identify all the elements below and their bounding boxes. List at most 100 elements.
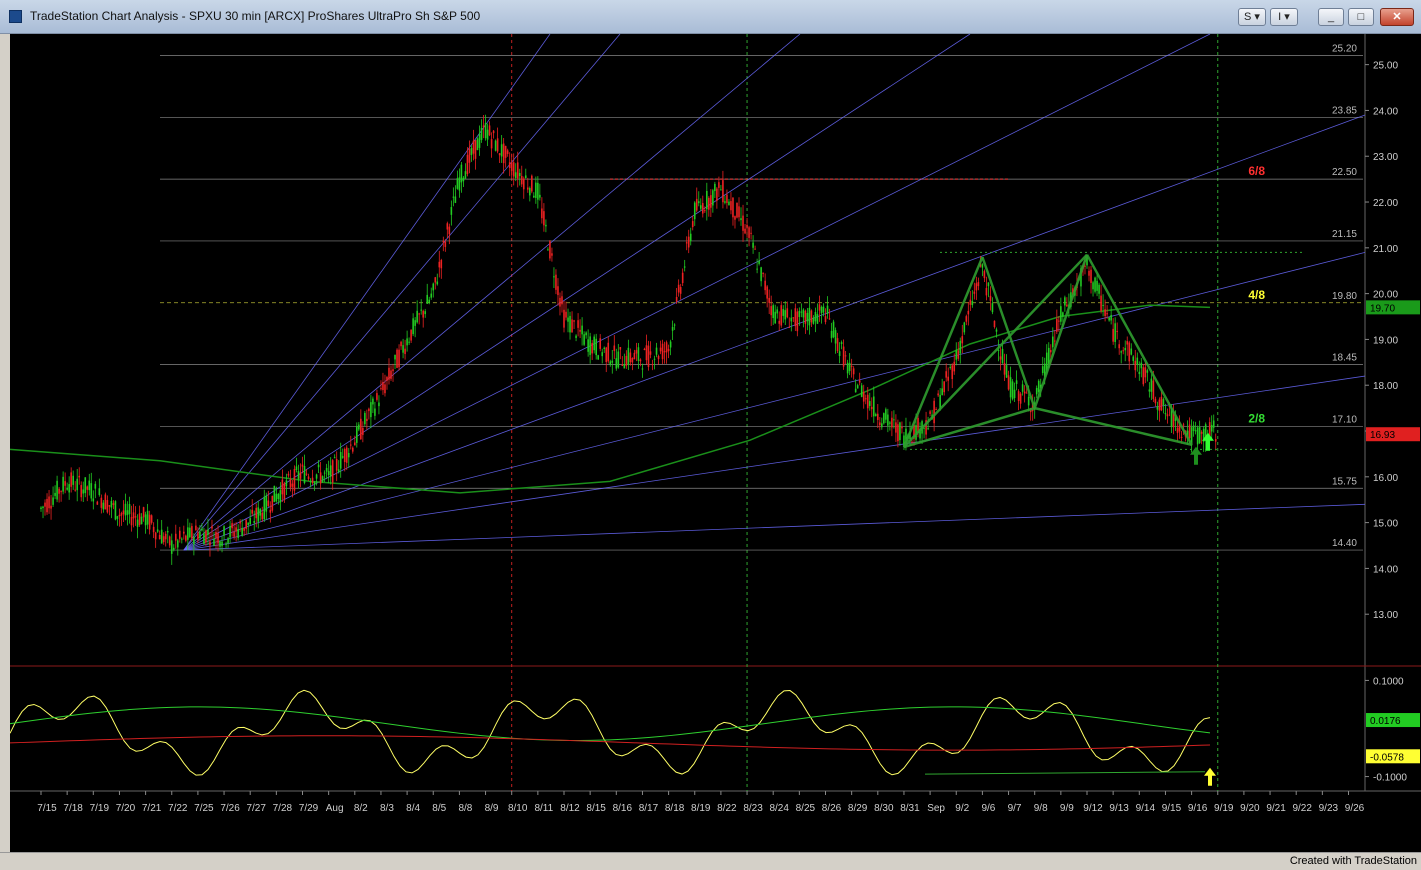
x-tick-label: 7/26 (220, 803, 240, 814)
candle-body (762, 272, 764, 274)
candle-body (716, 188, 718, 201)
candle-body (221, 541, 223, 547)
x-tick-label: 8/29 (848, 803, 868, 814)
candle-body (879, 422, 881, 426)
candle-body (663, 351, 666, 353)
candle-body (1015, 380, 1018, 384)
candle-body (929, 411, 931, 414)
candle-body (891, 417, 893, 428)
candle-body (434, 277, 437, 283)
candle-body (68, 484, 70, 493)
x-tick-label: 8/12 (560, 803, 580, 814)
candle-body (1164, 413, 1167, 415)
candle-body (836, 338, 839, 351)
candle-body (595, 338, 597, 356)
candle-body (96, 501, 99, 505)
murrey-level-label: 14.40 (1332, 538, 1357, 549)
candle-body (1134, 360, 1137, 371)
x-tick-label: 8/15 (586, 803, 606, 814)
candle-body (285, 480, 288, 487)
candle-body (543, 211, 545, 226)
candle-body (52, 497, 54, 505)
candle-body (48, 496, 50, 509)
x-tick-label: 9/20 (1240, 803, 1260, 814)
candle-body (249, 518, 251, 525)
candle-body (675, 296, 678, 302)
candle-body (193, 537, 195, 545)
candle-body (241, 527, 243, 536)
y-tick-label: 13.00 (1373, 610, 1398, 621)
candle-body (490, 139, 493, 149)
i-menu-button[interactable]: I ▾ (1270, 8, 1298, 26)
title-bar: TradeStation Chart Analysis - SPXU 30 mi… (0, 0, 1421, 34)
candle-body (134, 516, 137, 518)
candle-body (446, 223, 449, 230)
candle-body (529, 188, 531, 196)
candle-body (901, 426, 903, 429)
candle-body (897, 424, 899, 442)
chart-area[interactable]: 13.0014.0015.0016.0017.0018.0019.0020.00… (9, 33, 1421, 852)
candle-body (508, 162, 511, 169)
x-tick-label: 8/5 (432, 803, 446, 814)
candle-body (993, 320, 996, 328)
candle-body (102, 502, 105, 510)
candle-body (893, 419, 895, 421)
candle-body (78, 475, 81, 478)
candle-body (569, 315, 571, 333)
candle-body (706, 190, 708, 210)
murrey-fraction-tag: 4/8 (1248, 288, 1265, 302)
candle-body (203, 533, 205, 545)
candle-body (643, 348, 646, 351)
candle-body (187, 527, 189, 540)
candle-body (1138, 371, 1141, 375)
candle-body (273, 485, 276, 502)
candle-body (500, 144, 503, 157)
candle-body (299, 472, 302, 479)
candle-body (275, 493, 278, 502)
candle-body (1062, 312, 1064, 317)
close-button[interactable]: ✕ (1380, 8, 1414, 26)
candle-body (372, 398, 374, 405)
candle-body (1011, 381, 1014, 400)
maximize-button[interactable]: □ (1348, 8, 1374, 26)
candle-body (166, 531, 169, 533)
candle-body (1212, 420, 1215, 428)
candle-body (651, 364, 654, 366)
candle-body (382, 381, 384, 391)
candle-body (237, 529, 239, 538)
candle-body (158, 535, 161, 540)
candle-body (277, 493, 280, 500)
candle-body (168, 536, 171, 546)
candle-body (406, 338, 408, 346)
candle-body (269, 509, 272, 513)
candle-body (470, 148, 473, 156)
candle-body (1092, 282, 1094, 290)
candle-body (927, 428, 929, 430)
candle-body (116, 516, 119, 519)
candle-body (146, 510, 149, 525)
candle-body (265, 495, 268, 512)
candle-body (345, 447, 348, 463)
minimize-button[interactable]: _ (1318, 8, 1344, 26)
candle-body (689, 233, 692, 242)
candle-body (607, 342, 610, 362)
oscillator-trend-line (924, 771, 1206, 775)
candle-body (442, 241, 445, 243)
candle-body (1098, 284, 1100, 294)
candle-body (380, 388, 382, 390)
candle-body (699, 205, 702, 209)
candle-body (740, 218, 742, 221)
candle-body (394, 354, 396, 360)
candle-body (88, 480, 91, 491)
chart-svg[interactable]: 13.0014.0015.0016.0017.0018.0019.0020.00… (9, 33, 1421, 852)
oscillator-arrow (1204, 767, 1216, 786)
candle-body (112, 503, 115, 505)
candle-body (1112, 328, 1114, 342)
x-tick-label: 8/31 (900, 803, 920, 814)
candle-body (1064, 297, 1066, 306)
s-menu-button[interactable]: S ▾ (1238, 8, 1266, 26)
candle-body (541, 208, 543, 219)
candle-body (671, 326, 674, 331)
candle-body (1007, 375, 1010, 390)
x-tick-label: 9/16 (1188, 803, 1208, 814)
